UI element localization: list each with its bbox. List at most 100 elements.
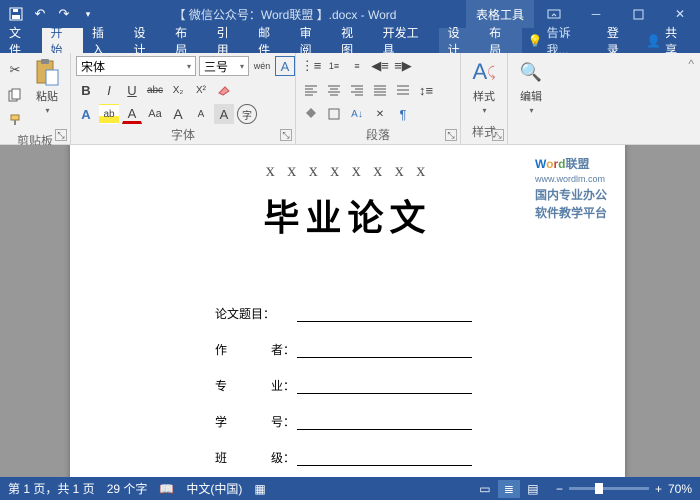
distribute-icon[interactable]: [393, 80, 413, 100]
document-heading: 毕业论文: [150, 189, 545, 241]
quick-access-toolbar: ↶ ↷ ▾: [0, 6, 104, 22]
shading-icon[interactable]: [301, 104, 321, 124]
underline-button[interactable]: U: [122, 80, 142, 100]
document-canvas[interactable]: x x x x x x x x 毕业论文 论文题目： 作者： 专业： 学号： 班…: [0, 145, 700, 477]
char-shading-icon[interactable]: A: [214, 104, 234, 124]
font-name-selector[interactable]: 宋体▾: [76, 56, 196, 76]
tab-table-design[interactable]: 设计: [439, 28, 481, 53]
font-size-value: 三号: [204, 58, 228, 75]
tab-design[interactable]: 设计: [125, 28, 167, 53]
copy-icon[interactable]: [5, 85, 25, 105]
paste-button[interactable]: 粘贴 ▾: [29, 56, 65, 117]
field-line[interactable]: [297, 374, 472, 394]
tab-table-layout[interactable]: 布局: [480, 28, 522, 53]
align-left-icon[interactable]: [301, 80, 321, 100]
field-label-topic: 论文题目：: [215, 305, 275, 322]
numbering-icon[interactable]: 1≡: [324, 56, 344, 76]
tab-mailings[interactable]: 邮件: [249, 28, 291, 53]
font-launcher-icon[interactable]: ⤡: [280, 129, 292, 141]
tab-layout[interactable]: 布局: [166, 28, 208, 53]
eraser-icon[interactable]: [214, 80, 234, 100]
strikethrough-button[interactable]: abc: [145, 80, 165, 100]
zoom-slider[interactable]: [569, 487, 649, 490]
multilevel-icon[interactable]: ≡: [347, 56, 367, 76]
field-line[interactable]: [297, 338, 472, 358]
undo-icon[interactable]: ↶: [32, 6, 48, 22]
tab-review[interactable]: 审阅: [291, 28, 333, 53]
borders-icon[interactable]: [324, 104, 344, 124]
subscript-button[interactable]: X₂: [168, 80, 188, 100]
clipboard-launcher-icon[interactable]: ⤡: [55, 129, 67, 141]
table-row: 论文题目：: [215, 296, 545, 322]
status-page[interactable]: 第 1 页，共 1 页: [8, 480, 95, 497]
table-row: 学号：: [215, 404, 545, 430]
editing-button[interactable]: 🔍 编辑 ▾: [513, 56, 549, 117]
tab-insert[interactable]: 插入: [83, 28, 125, 53]
format-painter-icon[interactable]: [5, 110, 25, 130]
zoom-out-button[interactable]: −: [556, 482, 563, 496]
bold-button[interactable]: B: [76, 80, 96, 100]
field-label-major: 专: [215, 377, 227, 394]
status-proofing-icon[interactable]: 📖: [159, 482, 174, 496]
chevron-down-icon: ▾: [482, 106, 486, 115]
superscript-button[interactable]: X²: [191, 80, 211, 100]
tab-view[interactable]: 视图: [332, 28, 374, 53]
status-language[interactable]: 中文(中国): [186, 480, 242, 497]
styles-button[interactable]: A⤹ 样式 ▾: [466, 56, 502, 117]
font-color-icon[interactable]: A: [122, 104, 142, 124]
watermark: Word联盟 www.wordlm.com 国内专业办公软件教学平台: [535, 148, 607, 222]
justify-icon[interactable]: [370, 80, 390, 100]
watermark-tagline: 国内专业办公软件教学平台: [535, 186, 607, 222]
read-mode-icon[interactable]: ▭: [474, 480, 496, 498]
tab-references[interactable]: 引用: [208, 28, 250, 53]
status-word-count[interactable]: 29 个字: [107, 480, 148, 497]
increase-indent-icon[interactable]: ≡▶: [393, 56, 413, 76]
tab-file[interactable]: 文件: [0, 28, 42, 53]
tab-developer[interactable]: 开发工具: [374, 28, 439, 53]
show-marks-icon[interactable]: ¶: [393, 104, 413, 124]
field-line[interactable]: [297, 446, 472, 466]
highlight-icon[interactable]: ab: [99, 104, 119, 124]
zoom-thumb[interactable]: [595, 483, 603, 494]
form-table: 论文题目： 作者： 专业： 学号： 班级： 指导老师：: [215, 296, 545, 477]
snap-to-grid-icon[interactable]: ✕: [370, 104, 390, 124]
cut-icon[interactable]: ✂: [5, 60, 25, 80]
qat-dropdown-icon[interactable]: ▾: [80, 6, 96, 22]
save-icon[interactable]: [8, 6, 24, 22]
enclose-char-icon[interactable]: 字: [237, 104, 257, 124]
align-right-icon[interactable]: [347, 80, 367, 100]
print-layout-icon[interactable]: ≣: [498, 480, 520, 498]
statusbar: 第 1 页，共 1 页 29 个字 📖 中文(中国) ▦ ▭ ≣ ▤ − + 7…: [0, 477, 700, 500]
zoom-in-button[interactable]: +: [655, 482, 662, 496]
chevron-down-icon: ▾: [187, 62, 191, 71]
redo-icon[interactable]: ↷: [56, 6, 72, 22]
decrease-indent-icon[interactable]: ◀≡: [370, 56, 390, 76]
field-line[interactable]: [297, 410, 472, 430]
page: x x x x x x x x 毕业论文 论文题目： 作者： 专业： 学号： 班…: [70, 145, 625, 477]
paragraph-group-label: 段落: [366, 128, 390, 142]
grow-font-icon[interactable]: A: [168, 104, 188, 124]
paste-icon: [33, 58, 61, 86]
styles-launcher-icon[interactable]: ⤡: [492, 129, 504, 141]
char-border-icon[interactable]: A: [275, 56, 295, 76]
collapse-ribbon-icon[interactable]: ^: [682, 53, 700, 144]
field-line[interactable]: [297, 302, 472, 322]
bullets-icon[interactable]: ⋮≡: [301, 56, 321, 76]
italic-button[interactable]: I: [99, 80, 119, 100]
shrink-font-icon[interactable]: A: [191, 104, 211, 124]
change-case-icon[interactable]: Aa: [145, 104, 165, 124]
phonetic-guide-icon[interactable]: wén: [252, 56, 272, 76]
paragraph-launcher-icon[interactable]: ⤡: [445, 129, 457, 141]
text-effects-icon[interactable]: A: [76, 104, 96, 124]
chevron-down-icon: ▾: [240, 62, 244, 71]
font-size-selector[interactable]: 三号 ▾: [199, 56, 249, 76]
line-spacing-icon[interactable]: ↕≡: [416, 80, 436, 100]
status-macro-icon[interactable]: ▦: [254, 482, 265, 496]
web-layout-icon[interactable]: ▤: [522, 480, 544, 498]
table-row: 指导老师：: [215, 476, 545, 477]
watermark-url: www.wordlm.com: [535, 174, 607, 184]
align-center-icon[interactable]: [324, 80, 344, 100]
zoom-value[interactable]: 70%: [668, 482, 692, 496]
tab-home[interactable]: 开始: [42, 28, 84, 53]
sort-icon[interactable]: A↓: [347, 104, 367, 124]
